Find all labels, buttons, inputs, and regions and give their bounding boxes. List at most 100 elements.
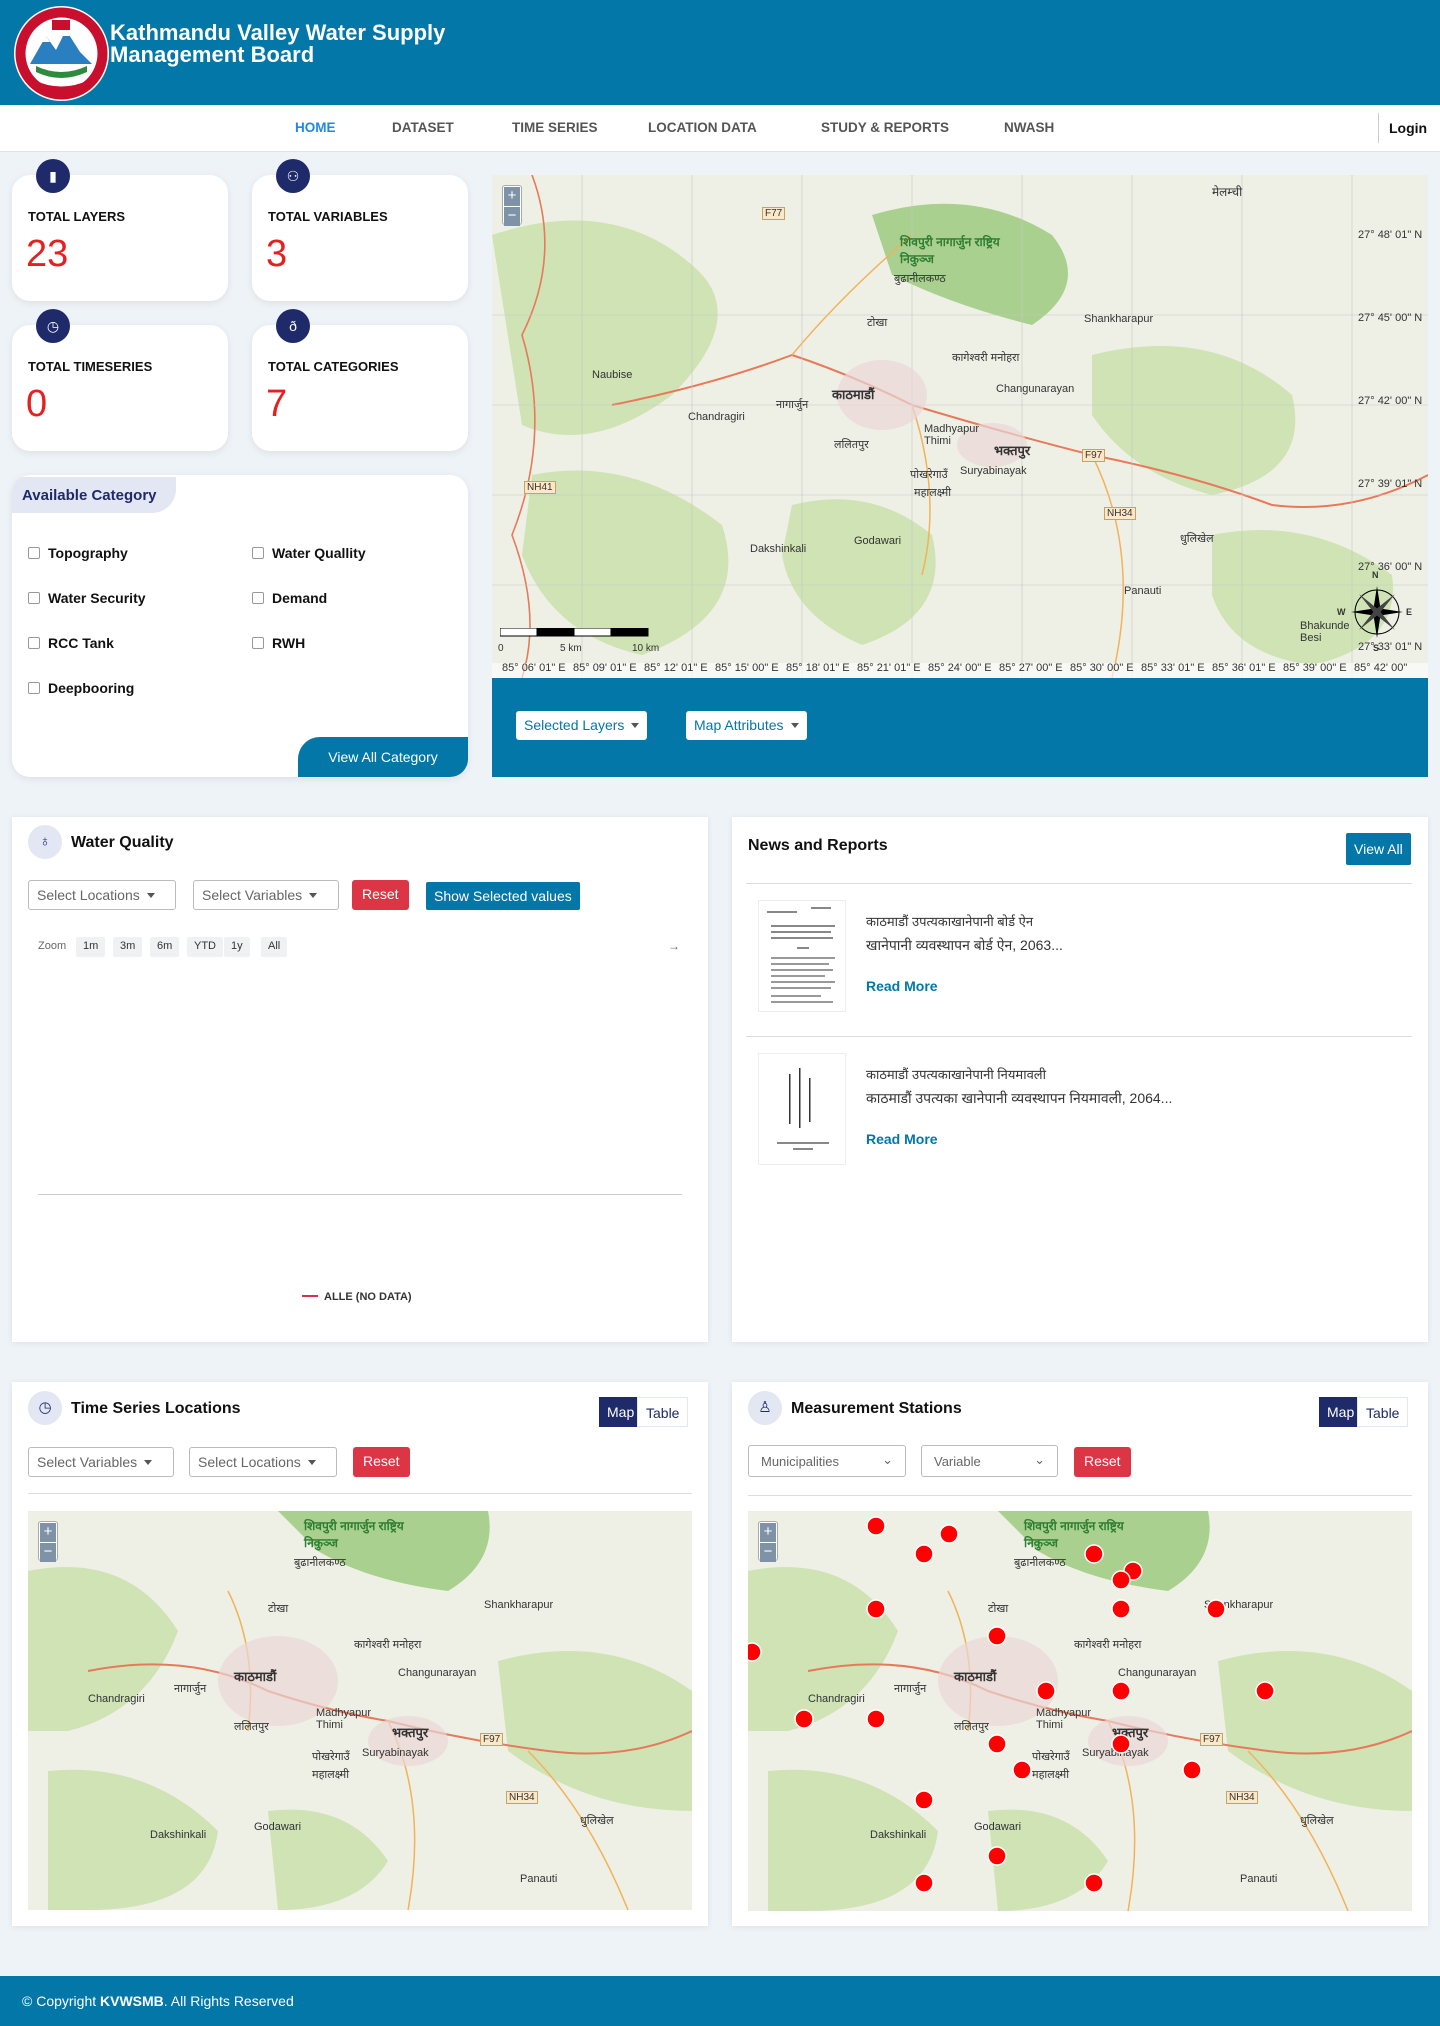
dropdown-label: Selected Layers [524, 717, 625, 733]
category-deepbooring[interactable]: Deepbooring [28, 680, 134, 696]
nav-nwash[interactable]: NWASH [1004, 120, 1054, 135]
select-locations-dropdown[interactable]: Select Locations [189, 1447, 337, 1477]
map-attributes-dropdown[interactable]: Map Attributes [686, 711, 807, 740]
category-demand[interactable]: Demand [252, 590, 327, 606]
time-series-map[interactable]: + − शिवपुरी नागार्जुन राष्ट्रिय निकुञ्ज … [28, 1511, 692, 1910]
news-item[interactable]: काठमाडौं उपत्यकाखानेपानी बोर्ड ऐन खानेपा… [746, 883, 1412, 1039]
checkbox[interactable] [252, 547, 264, 559]
checkbox[interactable] [252, 592, 264, 604]
map-toggle[interactable]: Map [1319, 1397, 1363, 1427]
station-marker[interactable] [1111, 1734, 1131, 1754]
zoom-in-button[interactable]: + [40, 1523, 56, 1542]
news-kicker: काठमाडौं उपत्यकाखानेपानी नियमावली [866, 1067, 1046, 1082]
chart-legend-item[interactable]: ALLE (NO DATA) [302, 1291, 412, 1303]
stations-map[interactable]: + − शिवपुरी नागार्जुन राष्ट्रिय निकुञ्ज … [748, 1511, 1412, 1911]
category-rwh[interactable]: RWH [252, 635, 305, 651]
main-nav: HOME DATASET TIME SERIES LOCATION DATA S… [0, 105, 1440, 152]
reset-button[interactable]: Reset [1074, 1447, 1131, 1477]
nepal-emblem-logo[interactable] [14, 6, 109, 101]
zoom-1y-button[interactable]: 1y [224, 937, 250, 957]
lon-tick: 85° 39' 00" E [1283, 662, 1347, 674]
nav-location-data[interactable]: LOCATION DATA [648, 120, 757, 135]
map-label: Godawari [854, 535, 902, 547]
zoom-1m-button[interactable]: 1m [76, 937, 106, 957]
station-marker[interactable] [866, 1709, 886, 1729]
station-marker[interactable] [914, 1873, 934, 1893]
news-title[interactable]: काठमाडौं उपत्यका खानेपानी व्यवस्थापन निय… [866, 1089, 1172, 1108]
category-water-quality[interactable]: Water Quallity [252, 545, 366, 561]
station-marker[interactable] [1111, 1570, 1131, 1590]
select-variables-dropdown[interactable]: Select Variables [193, 880, 339, 910]
zoom-3m-button[interactable]: 3m [113, 937, 143, 957]
table-toggle[interactable]: Table [1357, 1397, 1409, 1427]
read-more-link[interactable]: Read More [866, 1131, 938, 1147]
station-marker[interactable] [1182, 1760, 1202, 1780]
login-link[interactable]: Login [1378, 113, 1440, 143]
show-selected-values-button[interactable]: Show Selected values [426, 882, 580, 910]
reset-button[interactable]: Reset [353, 1447, 410, 1477]
station-marker[interactable] [1084, 1873, 1104, 1893]
zoom-6m-button[interactable]: 6m [150, 937, 180, 957]
checkbox[interactable] [28, 682, 40, 694]
zoom-in-button[interactable]: + [504, 187, 520, 206]
nav-dataset[interactable]: DATASET [392, 120, 454, 135]
scale-bar [499, 627, 650, 639]
table-toggle[interactable]: Table [637, 1397, 689, 1427]
station-marker[interactable] [939, 1524, 959, 1544]
station-marker[interactable] [987, 1626, 1007, 1646]
checkbox[interactable] [28, 547, 40, 559]
document-thumbnail[interactable] [758, 1053, 846, 1165]
copyright-suffix: . All Rights Reserved [163, 1993, 294, 2009]
zoom-ytd-button[interactable]: YTD [187, 937, 223, 957]
reset-button[interactable]: Reset [352, 880, 409, 910]
station-marker[interactable] [914, 1544, 934, 1564]
site-header: Kathmandu Valley Water Supply Management… [0, 0, 1440, 105]
station-marker[interactable] [914, 1790, 934, 1810]
nav-home[interactable]: HOME [295, 120, 336, 135]
station-marker[interactable] [1084, 1544, 1104, 1564]
checkbox[interactable] [252, 637, 264, 649]
station-marker[interactable] [987, 1734, 1007, 1754]
lat-tick: 27° 39' 01" N [1358, 478, 1423, 490]
road-badge: F97 [1082, 449, 1106, 462]
category-rcc-tank[interactable]: RCC Tank [28, 635, 114, 651]
read-more-link[interactable]: Read More [866, 978, 938, 994]
station-marker[interactable] [1111, 1681, 1131, 1701]
zoom-out-button[interactable]: − [40, 1543, 56, 1562]
variable-select[interactable]: Variable ⌄ [921, 1445, 1058, 1477]
station-marker[interactable] [794, 1709, 814, 1729]
zoom-all-button[interactable]: All [261, 937, 288, 957]
station-marker[interactable] [1036, 1681, 1056, 1701]
municipalities-select[interactable]: Municipalities ⌄ [748, 1445, 906, 1477]
category-water-security[interactable]: Water Security [28, 590, 146, 606]
category-topography[interactable]: Topography [28, 545, 128, 561]
map-label: कागेश्वरी मनोहरा [952, 352, 1020, 364]
lat-tick: 27° 42' 00" N [1358, 395, 1423, 407]
view-all-category-button[interactable]: View All Category [298, 737, 468, 777]
station-marker[interactable] [1206, 1599, 1226, 1619]
selected-layers-dropdown[interactable]: Selected Layers [516, 711, 648, 740]
station-marker[interactable] [1255, 1681, 1275, 1701]
checkbox[interactable] [28, 592, 40, 604]
station-marker[interactable] [1111, 1599, 1131, 1619]
zoom-out-button[interactable]: − [504, 207, 520, 226]
main-map[interactable]: + − मेलम्ची शिवपुरी नागार्जुन राष्ट्रिय … [492, 175, 1428, 678]
news-item[interactable]: काठमाडौं उपत्यकाखानेपानी नियमावली काठमाड… [746, 1036, 1412, 1192]
select-label: Select Variables [202, 887, 303, 903]
news-title[interactable]: खानेपानी व्यवस्थापन बोर्ड ऐन, 2063... [866, 936, 1063, 955]
station-marker[interactable] [866, 1599, 886, 1619]
checkbox[interactable] [28, 637, 40, 649]
view-all-news-button[interactable]: View All [1346, 833, 1411, 865]
road-badge: NH34 [506, 1791, 538, 1804]
select-locations-dropdown[interactable]: Select Locations [28, 880, 176, 910]
station-marker[interactable] [1012, 1760, 1032, 1780]
station-marker[interactable] [987, 1846, 1007, 1866]
nav-study-reports[interactable]: STUDY & REPORTS [821, 120, 949, 135]
select-variables-dropdown[interactable]: Select Variables [28, 1447, 174, 1477]
station-marker[interactable] [866, 1516, 886, 1536]
station-marker[interactable] [748, 1642, 762, 1662]
nav-time-series[interactable]: TIME SERIES [512, 120, 598, 135]
map-toggle[interactable]: Map [599, 1397, 643, 1427]
arrow-right-icon[interactable]: → [668, 939, 680, 953]
document-thumbnail[interactable] [758, 900, 846, 1012]
